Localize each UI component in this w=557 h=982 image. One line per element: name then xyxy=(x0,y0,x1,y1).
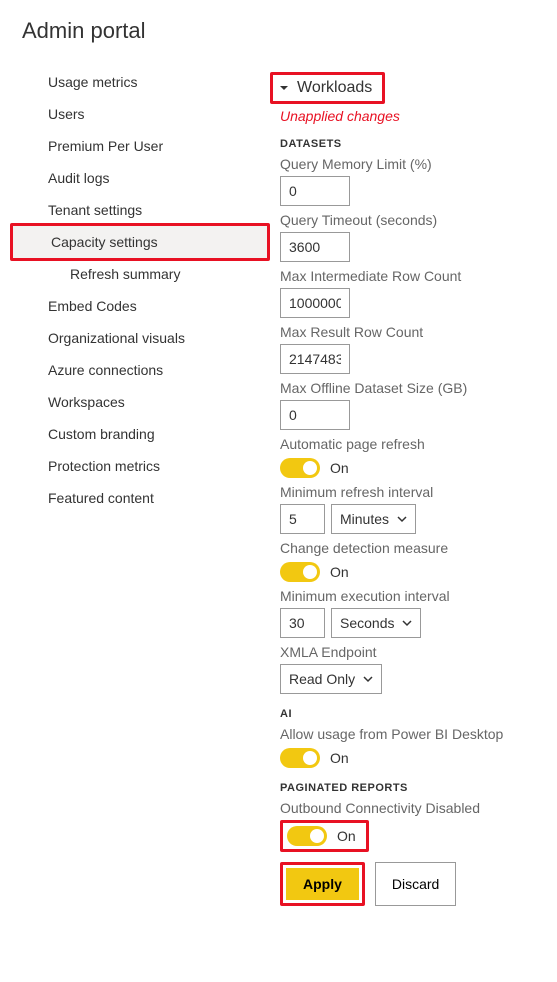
highlight-outbound-toggle: On xyxy=(280,820,369,852)
caret-down-icon xyxy=(279,83,289,93)
page-title: Admin portal xyxy=(0,0,557,66)
nav-azure-connections[interactable]: Azure connections xyxy=(0,354,270,386)
label-change-detect: Change detection measure xyxy=(280,540,503,556)
toggle-change-detect[interactable] xyxy=(280,562,320,582)
chevron-down-icon xyxy=(397,514,407,524)
section-paginated: PAGINATED REPORTS xyxy=(280,782,503,794)
label-query-timeout: Query Timeout (seconds) xyxy=(280,212,503,228)
select-xmla[interactable]: Read Only xyxy=(280,664,382,694)
apply-button[interactable]: Apply xyxy=(286,868,359,900)
highlight-apply: Apply xyxy=(280,862,365,906)
discard-button[interactable]: Discard xyxy=(375,862,456,906)
nav-custom-branding[interactable]: Custom branding xyxy=(0,418,270,450)
chevron-down-icon xyxy=(402,618,412,628)
workloads-title: Workloads xyxy=(297,79,372,97)
select-xmla-value: Read Only xyxy=(289,671,355,687)
toggle-auto-refresh-state: On xyxy=(330,460,349,476)
toggle-ai-allow-state: On xyxy=(330,750,349,766)
nav-premium-per-user[interactable]: Premium Per User xyxy=(0,130,270,162)
nav-usage-metrics[interactable]: Usage metrics xyxy=(0,66,270,98)
select-min-exec-unit[interactable]: Seconds xyxy=(331,608,421,638)
toggle-outbound[interactable] xyxy=(287,826,327,846)
unapplied-changes: Unapplied changes xyxy=(280,108,503,124)
label-max-intermediate: Max Intermediate Row Count xyxy=(280,268,503,284)
nav-refresh-summary[interactable]: Refresh summary xyxy=(0,258,270,290)
label-max-offline: Max Offline Dataset Size (GB) xyxy=(280,380,503,396)
input-max-intermediate[interactable] xyxy=(280,288,350,318)
toggle-outbound-state: On xyxy=(337,828,356,844)
chevron-down-icon xyxy=(363,674,373,684)
select-min-exec-unit-value: Seconds xyxy=(340,615,394,631)
select-min-refresh-unit-value: Minutes xyxy=(340,511,389,527)
sidebar: Usage metrics Users Premium Per User Aud… xyxy=(0,66,270,906)
workloads-header[interactable]: Workloads xyxy=(273,75,382,101)
section-ai: AI xyxy=(280,708,503,720)
label-auto-refresh: Automatic page refresh xyxy=(280,436,503,452)
label-xmla: XMLA Endpoint xyxy=(280,644,503,660)
highlight-workloads: Workloads xyxy=(270,72,385,104)
content: Workloads Unapplied changes DATASETS Que… xyxy=(270,66,503,906)
label-min-refresh: Minimum refresh interval xyxy=(280,484,503,500)
label-query-memory: Query Memory Limit (%) xyxy=(280,156,503,172)
nav-tenant-settings[interactable]: Tenant settings xyxy=(0,194,270,226)
toggle-ai-allow[interactable] xyxy=(280,748,320,768)
input-query-timeout[interactable] xyxy=(280,232,350,262)
input-min-refresh[interactable] xyxy=(280,504,325,534)
nav-embed-codes[interactable]: Embed Codes xyxy=(0,290,270,322)
label-ai-allow: Allow usage from Power BI Desktop xyxy=(280,726,503,742)
nav-organizational-visuals[interactable]: Organizational visuals xyxy=(0,322,270,354)
nav-users[interactable]: Users xyxy=(0,98,270,130)
toggle-auto-refresh[interactable] xyxy=(280,458,320,478)
label-max-result: Max Result Row Count xyxy=(280,324,503,340)
toggle-change-detect-state: On xyxy=(330,564,349,580)
highlight-capacity-settings: Capacity settings xyxy=(10,223,270,261)
section-datasets: DATASETS xyxy=(280,138,503,150)
label-outbound: Outbound Connectivity Disabled xyxy=(280,800,503,816)
nav-capacity-settings[interactable]: Capacity settings xyxy=(13,226,267,258)
label-min-exec: Minimum execution interval xyxy=(280,588,503,604)
input-max-offline[interactable] xyxy=(280,400,350,430)
nav-featured-content[interactable]: Featured content xyxy=(0,482,270,514)
input-max-result[interactable] xyxy=(280,344,350,374)
input-min-exec[interactable] xyxy=(280,608,325,638)
nav-protection-metrics[interactable]: Protection metrics xyxy=(0,450,270,482)
nav-workspaces[interactable]: Workspaces xyxy=(0,386,270,418)
select-min-refresh-unit[interactable]: Minutes xyxy=(331,504,416,534)
input-query-memory[interactable] xyxy=(280,176,350,206)
nav-audit-logs[interactable]: Audit logs xyxy=(0,162,270,194)
